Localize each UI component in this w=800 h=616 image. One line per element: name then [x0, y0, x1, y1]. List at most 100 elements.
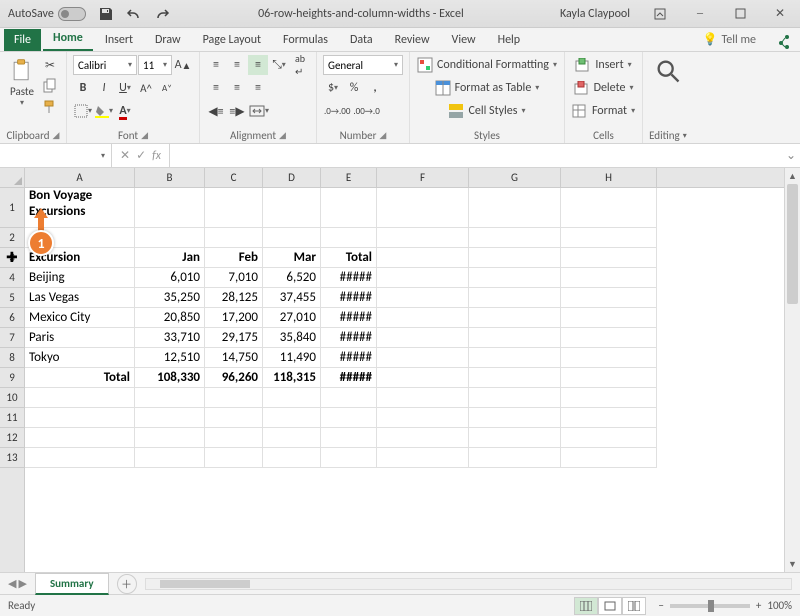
scroll-up-icon[interactable]: ▲: [785, 168, 800, 184]
paste-button[interactable]: Paste▾: [6, 55, 38, 110]
cell[interactable]: 35,250: [135, 288, 205, 308]
clipboard-launcher-icon[interactable]: ◢: [53, 130, 60, 141]
column-header[interactable]: B: [135, 168, 205, 187]
cell[interactable]: [263, 448, 321, 468]
cell[interactable]: 14,750: [205, 348, 263, 368]
cell[interactable]: [561, 288, 657, 308]
cell[interactable]: [469, 448, 561, 468]
cell[interactable]: 27,010: [263, 308, 321, 328]
cell[interactable]: [561, 248, 657, 268]
cell[interactable]: [469, 288, 561, 308]
bold-icon[interactable]: B: [73, 78, 93, 98]
zoom-in-icon[interactable]: +: [756, 599, 761, 612]
cell[interactable]: Mexico City: [25, 308, 135, 328]
cell[interactable]: #####: [321, 348, 377, 368]
comma-icon[interactable]: ,: [365, 78, 385, 98]
cell[interactable]: [205, 408, 263, 428]
insert-cells-button[interactable]: Insert▾: [571, 55, 636, 75]
cell[interactable]: [469, 428, 561, 448]
cell[interactable]: [25, 388, 135, 408]
normal-view-icon[interactable]: [574, 597, 598, 615]
cell[interactable]: [377, 328, 469, 348]
cell[interactable]: Feb: [205, 248, 263, 268]
cell[interactable]: [205, 228, 263, 248]
cell[interactable]: [561, 428, 657, 448]
cell[interactable]: #####: [321, 308, 377, 328]
cell[interactable]: [377, 368, 469, 388]
cell[interactable]: #####: [321, 328, 377, 348]
formula-input[interactable]: [170, 144, 782, 167]
cell[interactable]: [321, 428, 377, 448]
cell[interactable]: [25, 408, 135, 428]
fx-icon[interactable]: fx: [152, 149, 161, 163]
cell[interactable]: Total: [25, 368, 135, 388]
row-header[interactable]: 4: [0, 268, 24, 288]
zoom-slider[interactable]: [670, 604, 750, 608]
cell[interactable]: [263, 228, 321, 248]
font-size-combo[interactable]: 11▾: [138, 55, 172, 75]
cell[interactable]: #####: [321, 288, 377, 308]
cell[interactable]: [205, 448, 263, 468]
cell[interactable]: Mar: [263, 248, 321, 268]
cell[interactable]: [469, 348, 561, 368]
column-header[interactable]: H: [561, 168, 657, 187]
cell[interactable]: [377, 228, 469, 248]
number-launcher-icon[interactable]: ◢: [379, 130, 386, 141]
cell[interactable]: [469, 308, 561, 328]
cell[interactable]: Paris: [25, 328, 135, 348]
cell[interactable]: [469, 268, 561, 288]
cell[interactable]: [561, 328, 657, 348]
cell[interactable]: 6,010: [135, 268, 205, 288]
cell[interactable]: [469, 368, 561, 388]
cell[interactable]: [469, 388, 561, 408]
cell[interactable]: [377, 408, 469, 428]
page-layout-view-icon[interactable]: [598, 597, 622, 615]
scroll-thumb[interactable]: [787, 184, 798, 304]
tab-insert[interactable]: Insert: [95, 29, 143, 51]
cell[interactable]: [561, 448, 657, 468]
decrease-decimal-icon[interactable]: .00→.0: [352, 101, 380, 121]
cell[interactable]: [135, 228, 205, 248]
cell[interactable]: [321, 388, 377, 408]
cell[interactable]: [377, 188, 469, 228]
accounting-icon[interactable]: $▾: [323, 78, 343, 98]
row-header[interactable]: 12: [0, 428, 24, 448]
page-break-view-icon[interactable]: [622, 597, 646, 615]
tab-file[interactable]: File: [4, 29, 41, 51]
cell[interactable]: [321, 408, 377, 428]
align-top-icon[interactable]: ≡: [206, 55, 226, 75]
cell[interactable]: [377, 248, 469, 268]
expand-fx-icon[interactable]: ⌄: [782, 144, 800, 167]
minimize-icon[interactable]: ─: [680, 0, 720, 28]
cell[interactable]: [561, 368, 657, 388]
row-header[interactable]: 13: [0, 448, 24, 468]
font-color-icon[interactable]: A▾: [115, 101, 135, 121]
align-bottom-icon[interactable]: ≡: [248, 55, 268, 75]
cell[interactable]: Las Vegas: [25, 288, 135, 308]
tab-view[interactable]: View: [442, 29, 486, 51]
tab-review[interactable]: Review: [385, 29, 440, 51]
add-sheet-button[interactable]: ＋: [117, 574, 137, 594]
font-name-combo[interactable]: Calibri▾: [73, 55, 137, 75]
cell[interactable]: [469, 328, 561, 348]
cell[interactable]: 33,710: [135, 328, 205, 348]
cell[interactable]: [135, 388, 205, 408]
cell[interactable]: [263, 188, 321, 228]
cell[interactable]: 96,260: [205, 368, 263, 388]
cell[interactable]: [205, 188, 263, 228]
row-header[interactable]: 2: [0, 228, 24, 248]
cell[interactable]: [377, 288, 469, 308]
cell[interactable]: 11,490: [263, 348, 321, 368]
cell[interactable]: 37,455: [263, 288, 321, 308]
cell[interactable]: [377, 308, 469, 328]
cell-styles-button[interactable]: Cell Styles▾: [416, 101, 558, 121]
cell[interactable]: [263, 388, 321, 408]
cell[interactable]: [321, 448, 377, 468]
close-icon[interactable]: ✕: [760, 0, 800, 28]
align-left-icon[interactable]: ≡: [206, 78, 226, 98]
scroll-down-icon[interactable]: ▼: [785, 556, 800, 572]
italic-icon[interactable]: I: [94, 78, 114, 98]
tab-pagelayout[interactable]: Page Layout: [193, 29, 271, 51]
cell[interactable]: Jan: [135, 248, 205, 268]
cell[interactable]: [205, 388, 263, 408]
